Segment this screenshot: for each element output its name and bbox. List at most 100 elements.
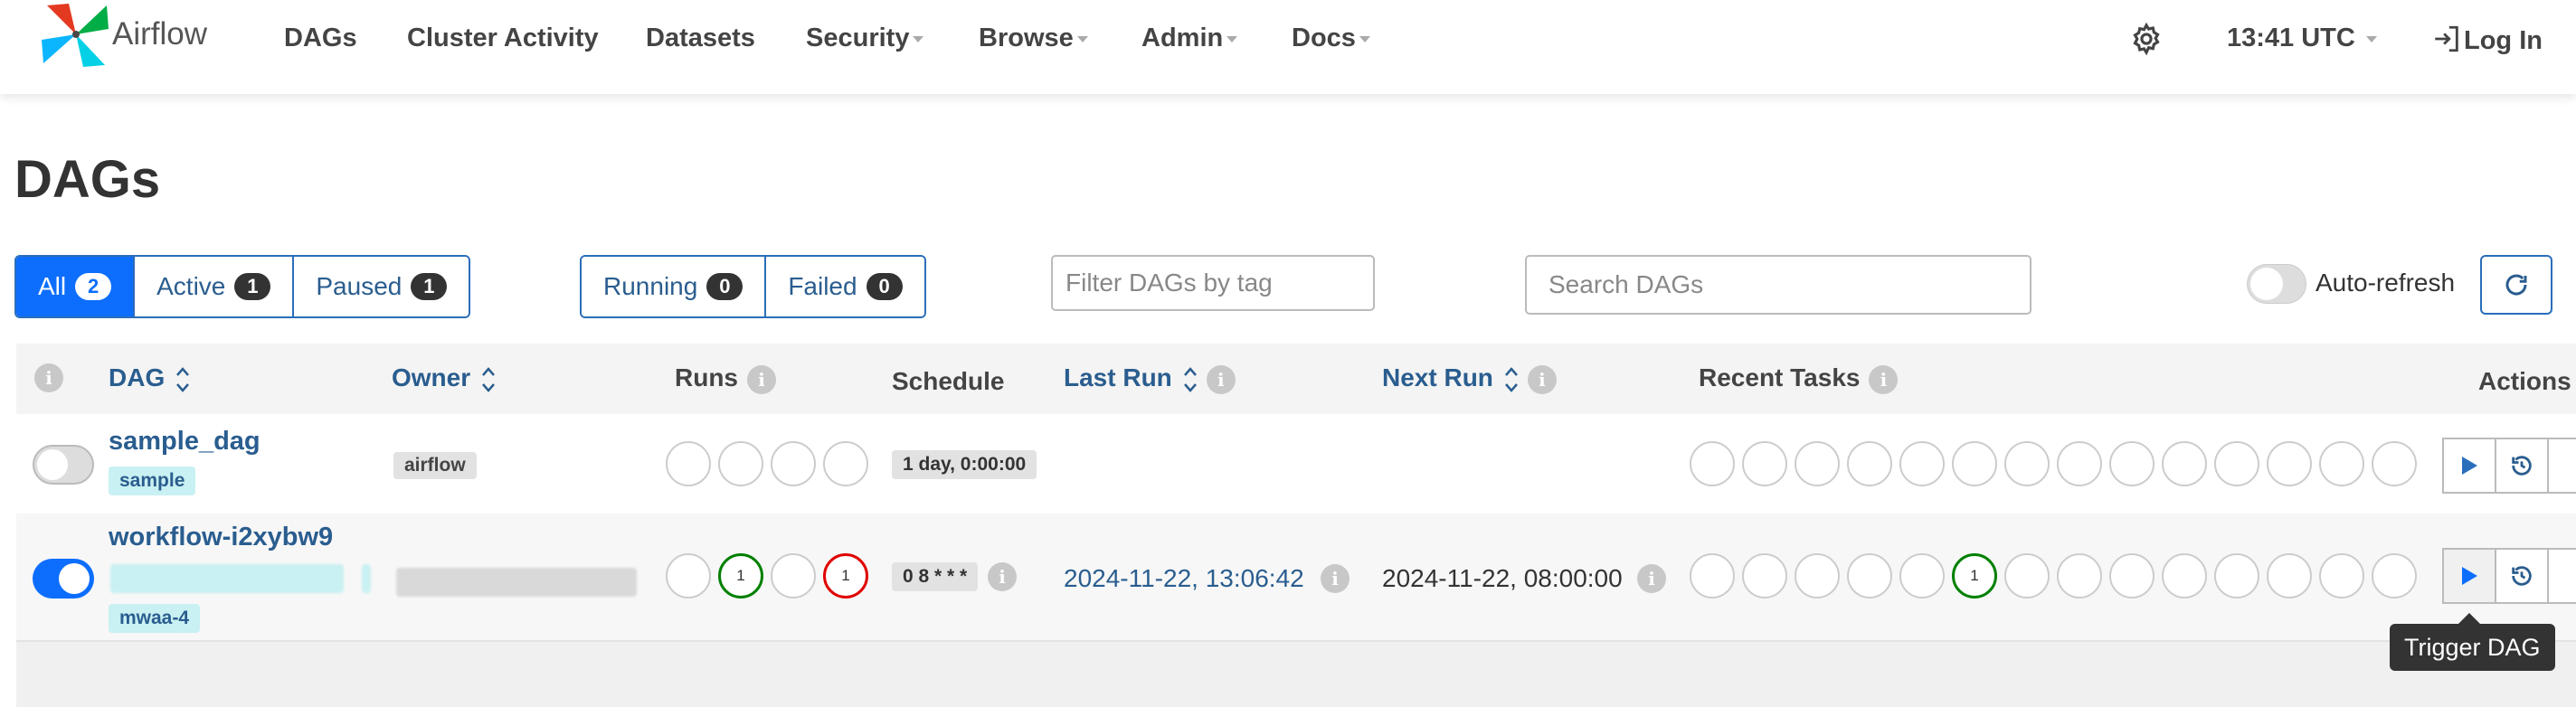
- login-link[interactable]: Log In: [2431, 24, 2543, 56]
- table-header: i DAG Owner Runs i Schedule Last Run i Nex…: [16, 344, 2576, 416]
- trigger-dag-button[interactable]: [2442, 438, 2496, 494]
- task-state[interactable]: [1952, 441, 1997, 486]
- run-state-success[interactable]: [771, 441, 816, 486]
- task-state[interactable]: [1795, 553, 1840, 599]
- refresh-icon: [2505, 274, 2527, 296]
- task-state[interactable]: [2109, 441, 2155, 486]
- run-state-success[interactable]: 1: [718, 553, 763, 599]
- play-icon: [2462, 567, 2477, 585]
- gear-icon[interactable]: [2129, 22, 2164, 56]
- info-icon[interactable]: i: [988, 562, 1017, 591]
- play-icon: [2462, 457, 2477, 475]
- schedule-badge[interactable]: 0 8 * * *: [892, 562, 979, 591]
- task-state[interactable]: [2004, 553, 2050, 599]
- filter-paused-button[interactable]: Paused 1: [294, 257, 469, 316]
- task-state[interactable]: [2267, 553, 2312, 599]
- brand-name[interactable]: Airflow: [112, 16, 207, 52]
- nav-cluster-activity[interactable]: Cluster Activity: [407, 24, 599, 53]
- info-icon[interactable]: i: [1206, 364, 1236, 394]
- task-state[interactable]: [2372, 553, 2417, 599]
- refresh-button[interactable]: [2480, 255, 2552, 315]
- task-state[interactable]: [1847, 441, 1892, 486]
- nav-docs-dropdown[interactable]: Docs: [1292, 24, 1370, 53]
- delete-dag-button[interactable]: [2547, 548, 2576, 604]
- task-state[interactable]: [1899, 441, 1945, 486]
- task-state[interactable]: [2057, 441, 2102, 486]
- header-last-run[interactable]: Last Run i: [1064, 363, 1236, 394]
- clear-dag-button[interactable]: [2495, 548, 2549, 604]
- task-state[interactable]: [2319, 553, 2364, 599]
- filter-failed-button[interactable]: Failed 0: [766, 257, 924, 316]
- timezone-dropdown[interactable]: 13:41 UTC: [2227, 24, 2377, 53]
- task-state-success[interactable]: 1: [1952, 553, 1997, 599]
- info-icon[interactable]: i: [1321, 564, 1350, 593]
- filter-all-button[interactable]: All 2: [16, 257, 136, 316]
- filter-running-button[interactable]: Running 0: [582, 257, 767, 316]
- clear-dag-button[interactable]: [2495, 438, 2549, 494]
- nav-datasets[interactable]: Datasets: [646, 24, 755, 53]
- redo-icon: [2512, 456, 2532, 476]
- task-state[interactable]: [2162, 441, 2207, 486]
- run-state-running[interactable]: [771, 553, 816, 599]
- dag-link[interactable]: workflow-i2xybw9: [109, 523, 333, 552]
- task-state[interactable]: [1847, 553, 1892, 599]
- task-state[interactable]: [2162, 553, 2207, 599]
- run-state-queued[interactable]: [666, 553, 711, 599]
- dag-link[interactable]: sample_dag: [109, 427, 260, 457]
- info-icon[interactable]: i: [747, 364, 776, 394]
- sort-icon: [1504, 366, 1518, 392]
- filter-running-label: Running: [603, 272, 698, 300]
- header-owner[interactable]: Owner: [392, 363, 496, 393]
- task-state[interactable]: [2214, 553, 2259, 599]
- task-state[interactable]: [1899, 553, 1945, 599]
- task-state[interactable]: [2109, 553, 2155, 599]
- owner-badge-redacted[interactable]: [396, 568, 637, 597]
- owner-badge[interactable]: airflow: [393, 452, 477, 479]
- info-icon[interactable]: i: [1527, 364, 1557, 394]
- trigger-dag-button[interactable]: [2442, 548, 2496, 604]
- nav-admin-dropdown[interactable]: Admin: [1141, 24, 1238, 53]
- header-runs-label: Runs: [675, 363, 738, 391]
- header-dag[interactable]: DAG: [109, 363, 190, 393]
- last-run-link[interactable]: 2024-11-22, 13:06:42: [1064, 564, 1304, 593]
- dag-tag-redacted[interactable]: [362, 564, 371, 593]
- info-icon[interactable]: i: [1637, 564, 1666, 593]
- task-state[interactable]: [2372, 441, 2417, 486]
- task-state[interactable]: [2057, 553, 2102, 599]
- tag-filter-input[interactable]: Filter DAGs by tag: [1051, 255, 1375, 311]
- task-state[interactable]: [1742, 441, 1787, 486]
- task-state[interactable]: [2214, 441, 2259, 486]
- airflow-logo-icon[interactable]: [40, 0, 112, 69]
- run-state-running[interactable]: [718, 441, 763, 486]
- dag-tag-redacted[interactable]: [110, 564, 344, 593]
- nav-security-dropdown[interactable]: Security: [806, 24, 924, 53]
- filter-active-button[interactable]: Active 1: [135, 257, 295, 316]
- task-state[interactable]: [1742, 553, 1787, 599]
- header-next-run[interactable]: Next Run i: [1382, 363, 1557, 394]
- task-state[interactable]: [1690, 553, 1735, 599]
- info-icon[interactable]: i: [1869, 364, 1899, 394]
- schedule-badge: 1 day, 0:00:00: [892, 450, 1037, 479]
- dag-tag[interactable]: sample: [109, 467, 196, 495]
- dag-pause-toggle[interactable]: [33, 559, 94, 599]
- header-schedule: Schedule: [892, 367, 1005, 395]
- task-state[interactable]: [1690, 441, 1735, 486]
- task-state[interactable]: [2319, 441, 2364, 486]
- nav-datasets-label: Datasets: [646, 24, 755, 52]
- task-state[interactable]: [1795, 441, 1840, 486]
- auto-refresh-toggle[interactable]: [2247, 264, 2306, 304]
- search-dags-input[interactable]: Search DAGs: [1525, 255, 2031, 315]
- delete-dag-button[interactable]: [2547, 438, 2576, 494]
- run-state-failed[interactable]: [823, 441, 868, 486]
- task-state[interactable]: [2267, 441, 2312, 486]
- header-dag-label: DAG: [109, 363, 166, 391]
- run-state-queued[interactable]: [666, 441, 711, 486]
- nav-browse-dropdown[interactable]: Browse: [979, 24, 1088, 53]
- dag-tag[interactable]: mwaa-4: [109, 604, 201, 633]
- info-icon[interactable]: i: [34, 363, 63, 392]
- nav-dags[interactable]: DAGs: [284, 24, 357, 53]
- task-state[interactable]: [2004, 441, 2050, 486]
- next-run-value: 2024-11-22, 08:00:00: [1382, 564, 1623, 592]
- dag-pause-toggle[interactable]: [33, 445, 94, 485]
- run-state-failed[interactable]: 1: [823, 553, 868, 599]
